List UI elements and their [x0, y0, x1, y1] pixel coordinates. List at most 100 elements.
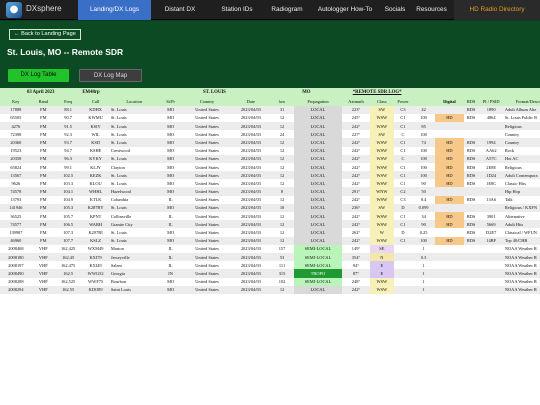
column-header[interactable]: Location: [109, 97, 159, 106]
back-to-landing-button[interactable]: ← Back to Landing Page: [9, 29, 81, 40]
table-cell: LOCAL: [293, 179, 343, 188]
nav-hd-radio-directory[interactable]: HD Radio Directory: [454, 0, 540, 20]
nav-distant-dx[interactable]: Distant DX: [151, 0, 209, 20]
table-cell: [478, 187, 504, 196]
table-cell: 242°: [342, 162, 370, 172]
table-cell: 248°: [342, 277, 370, 286]
nav-radiogram[interactable]: Radiogram: [265, 0, 309, 20]
table-cell: WSW: [369, 179, 394, 188]
table-row[interactable]: 17888 FM 88.1 KDHX St. Louis MO United States 2…: [0, 105, 540, 114]
dx-log-table-button[interactable]: DX Log Table: [8, 69, 69, 82]
table-row[interactable]: 65505 FM 90.7 KWMU St. Louis MO United States 2…: [0, 113, 540, 122]
table-cell: 2023/04/03: [231, 113, 271, 122]
table-row[interactable]: 9626 FM 103.3 KLOU St. Louis MO United States 2…: [0, 179, 540, 188]
table-row[interactable]: 141946 FM 105.3 K287BY St. Louis MO United Sta…: [0, 203, 540, 213]
table-cell: 12: [270, 220, 294, 229]
dx-log-map-button[interactable]: DX Log Map: [79, 69, 142, 82]
table-cell: C3: [393, 195, 412, 204]
table-row[interactable]: 2008490 VHF 162.5 WWG52 Georgia IN United Stat…: [0, 269, 540, 278]
table-cell: St. Louis: [109, 203, 159, 213]
column-header[interactable]: Digital: [435, 97, 464, 106]
column-header[interactable]: Format/Descriptio: [503, 97, 540, 106]
table-cell: KLOU: [81, 179, 110, 188]
nav-resources[interactable]: Resources: [409, 0, 454, 20]
table-cell: D: [393, 203, 412, 213]
column-header[interactable]: RDS: [463, 97, 479, 106]
table-cell: 227°: [342, 130, 370, 139]
nav-landing-dx-logs[interactable]: Landing/DX Logs: [78, 0, 151, 20]
table-row[interactable]: 139987 FM 107.3 K297BI St. Louis MO United Sta…: [0, 228, 540, 237]
column-header[interactable]: [411, 97, 436, 106]
table-cell: 2023/04/03: [231, 261, 271, 270]
table-cell: HD: [435, 154, 464, 163]
table-row[interactable]: 2008197 VHF 162.475 KXI49 Salem IL United Stat…: [0, 261, 540, 270]
table-row[interactable]: 2008180 VHF 162.45 KXI79 Jerseyville IL United…: [0, 252, 540, 262]
table-cell: 236°: [342, 203, 370, 213]
table-cell: LOCAL: [293, 154, 343, 163]
column-header[interactable]: Country: [182, 97, 232, 106]
site-brand[interactable]: DXsphere: [26, 4, 62, 13]
table-cell: 13A6: [478, 195, 504, 204]
table-cell: SE: [369, 244, 394, 253]
table-row[interactable]: 4276 FM 91.5 KSIV St. Louis MO United States 20…: [0, 121, 540, 131]
column-header[interactable]: Band: [31, 97, 55, 106]
table-row[interactable]: 46960 FM 107.7 KSLZ St. Louis MO United States…: [0, 236, 540, 245]
table-cell: 104.9: [54, 195, 82, 204]
table-cell: [393, 277, 412, 286]
table-row[interactable]: 2008294 VHF 162.55 KDO89 Saint Louis MO United…: [0, 285, 540, 294]
column-header[interactable]: PI / PSID: [478, 97, 504, 106]
table-cell: 162.475: [54, 261, 82, 270]
table-cell: United States: [182, 162, 232, 172]
table-cell: 1: [411, 261, 436, 270]
column-header[interactable]: km: [270, 97, 294, 106]
column-header[interactable]: Key: [0, 97, 32, 106]
table-row[interactable]: 20360 FM 93.7 KSD St. Louis MO United States 20…: [0, 138, 540, 147]
column-header[interactable]: St/Pr: [158, 97, 183, 106]
nav-station-ids[interactable]: Station IDs: [209, 0, 265, 20]
nav-autologger-how-to[interactable]: Autologger How-To: [309, 0, 381, 20]
table-row[interactable]: 13567 FM 102.5 KEZK St. Louis MO United States…: [0, 171, 540, 180]
table-cell: [435, 203, 464, 213]
table-row[interactable]: 36525 FM 105.7 KPNT Collinsville IL United Sta…: [0, 212, 540, 221]
column-header[interactable]: Power: [393, 97, 412, 106]
column-header[interactable]: Propagation: [293, 97, 343, 106]
nav-socials[interactable]: Socials: [381, 0, 409, 20]
table-row[interactable]: 74578 FM 104.1 WHHL Hazelwood MO United States…: [0, 187, 540, 196]
table-row[interactable]: 2008288 VHF 162.525 WWF75 Bourbon MO United St…: [0, 277, 540, 286]
table-cell: St. Louis: [109, 121, 159, 131]
table-cell: 85: [411, 121, 436, 131]
table-cell: Religious / KXFN: [503, 203, 540, 213]
table-cell: Alternative: [503, 212, 540, 221]
table-cell: St. Louis: [109, 105, 159, 114]
column-header[interactable]: Date: [231, 97, 271, 106]
table-cell: E: [369, 269, 394, 278]
table-cell: LOCAL: [293, 138, 343, 147]
column-header[interactable]: Class: [369, 97, 394, 106]
table-cell: United States: [182, 179, 232, 188]
table-row[interactable]: 20358 FM 96.3 KYKY St. Louis MO United States 2…: [0, 154, 540, 163]
table-row[interactable]: 72398 FM 92.3 WIL St. Louis MO United States 20…: [0, 130, 540, 139]
column-header[interactable]: Azimuth: [342, 97, 370, 106]
column-header[interactable]: Call: [81, 97, 110, 106]
table-cell: United States: [182, 252, 232, 262]
table-cell: 10: [270, 203, 294, 213]
table-cell: Country: [503, 130, 540, 139]
table-cell: HD: [435, 162, 464, 172]
table-cell: 94°: [342, 261, 370, 270]
table-row[interactable]: 2008468 VHF 162.425 WXM49 Marion IL United Sta…: [0, 244, 540, 253]
table-row[interactable]: 65824 FM 99.1 KLJY Clayton MO United States 202…: [0, 162, 540, 172]
table-row[interactable]: 13793 FM 104.9 KTLK Columbia IL United States 2…: [0, 195, 540, 204]
table-cell: United States: [182, 195, 232, 204]
table-cell: United States: [182, 154, 232, 163]
column-header[interactable]: Freq: [54, 97, 82, 106]
table-cell: RDS: [463, 154, 479, 163]
table-cell: [463, 130, 479, 139]
table-cell: St. Louis: [109, 138, 159, 147]
table-cell: HD: [435, 236, 464, 245]
table-cell: 90: [411, 179, 436, 188]
table-cell: 42: [411, 105, 436, 114]
table-row[interactable]: 19523 FM 94.7 KSHE Crestwood MO United States 2…: [0, 146, 540, 155]
table-cell: KXI49: [81, 261, 110, 270]
globe-icon[interactable]: ●: [6, 2, 22, 18]
table-row[interactable]: 74577 FM 106.5 WARH Granite City IL United Sta…: [0, 220, 540, 229]
